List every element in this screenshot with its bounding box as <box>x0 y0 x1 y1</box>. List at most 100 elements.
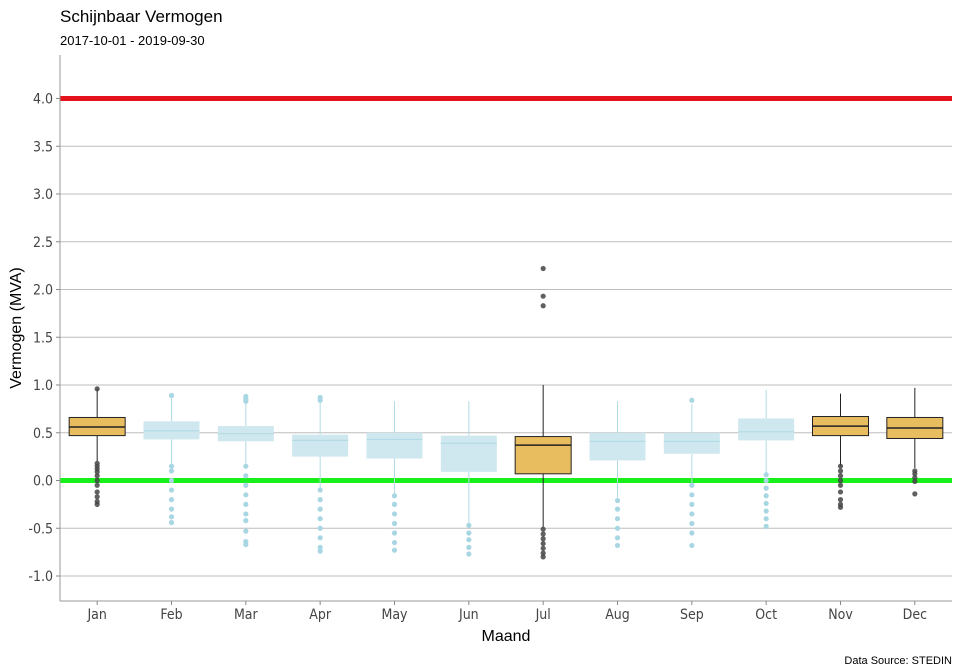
y-tick-label: 4.0 <box>33 92 53 108</box>
outlier-point <box>763 508 769 514</box>
outlier-point <box>912 478 918 485</box>
outlier-point <box>243 492 249 498</box>
y-tick-label: 0.5 <box>33 426 53 442</box>
y-tick-label: -1.0 <box>28 569 53 585</box>
outlier-point <box>466 544 472 550</box>
box-body <box>589 432 646 461</box>
box-oct <box>738 389 795 529</box>
outlier-point <box>540 554 546 560</box>
outlier-point <box>94 482 100 488</box>
outlier-point <box>689 520 695 527</box>
outlier-point <box>317 548 323 554</box>
y-tick-label: 0.0 <box>33 474 53 490</box>
box-plot-chart: Schijnbaar Vermogen 2017-10-01 - 2019-09… <box>8 7 952 667</box>
outlier-point <box>317 506 323 512</box>
outlier-point <box>317 516 323 522</box>
outlier-point <box>317 525 323 531</box>
outlier-point <box>763 516 769 522</box>
outlier-point <box>243 398 249 404</box>
outlier-point <box>837 489 844 495</box>
outlier-point <box>168 477 175 484</box>
y-axis-ticks: -1.0 -0.5 0.0 0.5 1.0 1.5 2.0 2.5 3.0 3.5 4.0 <box>28 92 60 585</box>
outlier-point <box>391 520 398 527</box>
y-axis-title: Vermogen (MVA) <box>8 267 25 389</box>
x-tick-label: Mar <box>234 607 259 623</box>
outlier-point <box>94 494 100 500</box>
outlier-point <box>540 531 546 537</box>
outlier-point <box>763 477 769 484</box>
outlier-point <box>243 482 249 488</box>
outlier-point <box>689 482 695 488</box>
outlier-point <box>317 535 323 541</box>
outlier-point <box>540 265 546 272</box>
x-tick-label: Jul <box>535 607 551 623</box>
box-nov <box>812 393 869 510</box>
x-tick-label: Sep <box>680 607 704 623</box>
outlier-point <box>540 526 546 532</box>
outlier-point <box>614 542 621 549</box>
outlier-point <box>317 487 323 493</box>
outlier-point <box>837 497 844 503</box>
y-tick-label: 1.5 <box>33 330 53 346</box>
outlier-point <box>94 386 100 392</box>
outlier-point <box>168 463 175 469</box>
outlier-point <box>168 506 175 512</box>
y-tick-label: 2.5 <box>33 235 53 251</box>
outlier-point <box>837 504 844 510</box>
x-tick-label: Apr <box>309 607 332 623</box>
outlier-point <box>540 536 546 542</box>
outlier-point <box>837 468 844 474</box>
box-body <box>514 436 572 475</box>
outlier-point <box>614 535 621 541</box>
outlier-point <box>94 473 100 479</box>
outlier-point <box>243 541 249 548</box>
outlier-point <box>763 485 769 491</box>
x-tick-label: Feb <box>160 607 182 623</box>
outlier-point <box>540 540 546 547</box>
box-sep <box>663 397 720 549</box>
outlier-point <box>763 493 769 499</box>
outlier-point <box>614 516 621 522</box>
box-aug <box>589 401 646 549</box>
outlier-point <box>168 514 175 520</box>
y-tick-label: -0.5 <box>28 521 53 537</box>
x-tick-label: Jan <box>86 607 106 623</box>
outlier-point <box>689 501 695 507</box>
chart-subtitle: 2017-10-01 - 2019-09-30 <box>60 33 205 48</box>
y-tick-label: 1.0 <box>33 378 53 394</box>
outlier-point <box>317 397 323 403</box>
outlier-point <box>837 463 844 469</box>
outlier-point <box>94 489 100 495</box>
outlier-point <box>763 500 769 507</box>
outlier-point <box>391 530 398 536</box>
x-axis-ticks: Jan Feb Mar Apr May Jun Jul Aug Sep Oct Nov Dec <box>86 601 927 623</box>
outlier-point <box>94 501 100 507</box>
outlier-point <box>243 501 249 507</box>
outlier-point <box>168 468 175 474</box>
outlier-point <box>391 539 398 546</box>
y-tick-label: 3.5 <box>33 139 53 155</box>
outlier-point <box>837 477 844 484</box>
outlier-point <box>763 472 769 478</box>
outlier-point <box>540 293 546 299</box>
box-feb <box>143 392 200 526</box>
chart-title: Schijnbaar Vermogen <box>60 7 223 26</box>
box-body <box>738 418 795 441</box>
x-tick-label: Oct <box>755 607 777 623</box>
box-series <box>68 265 944 560</box>
outlier-point <box>243 518 249 524</box>
box-jul <box>514 265 572 560</box>
outlier-point <box>243 463 249 469</box>
outlier-point <box>168 392 175 399</box>
outlier-point <box>391 501 398 507</box>
box-apr <box>292 394 349 554</box>
outlier-point <box>168 487 175 493</box>
outlier-point <box>466 537 472 543</box>
outlier-point <box>689 542 695 549</box>
outlier-point <box>243 511 249 517</box>
box-mar <box>217 393 274 548</box>
outlier-point <box>540 303 546 309</box>
box-body <box>663 432 720 454</box>
outlier-point <box>837 473 844 479</box>
x-axis-title: Maand <box>482 628 531 645</box>
